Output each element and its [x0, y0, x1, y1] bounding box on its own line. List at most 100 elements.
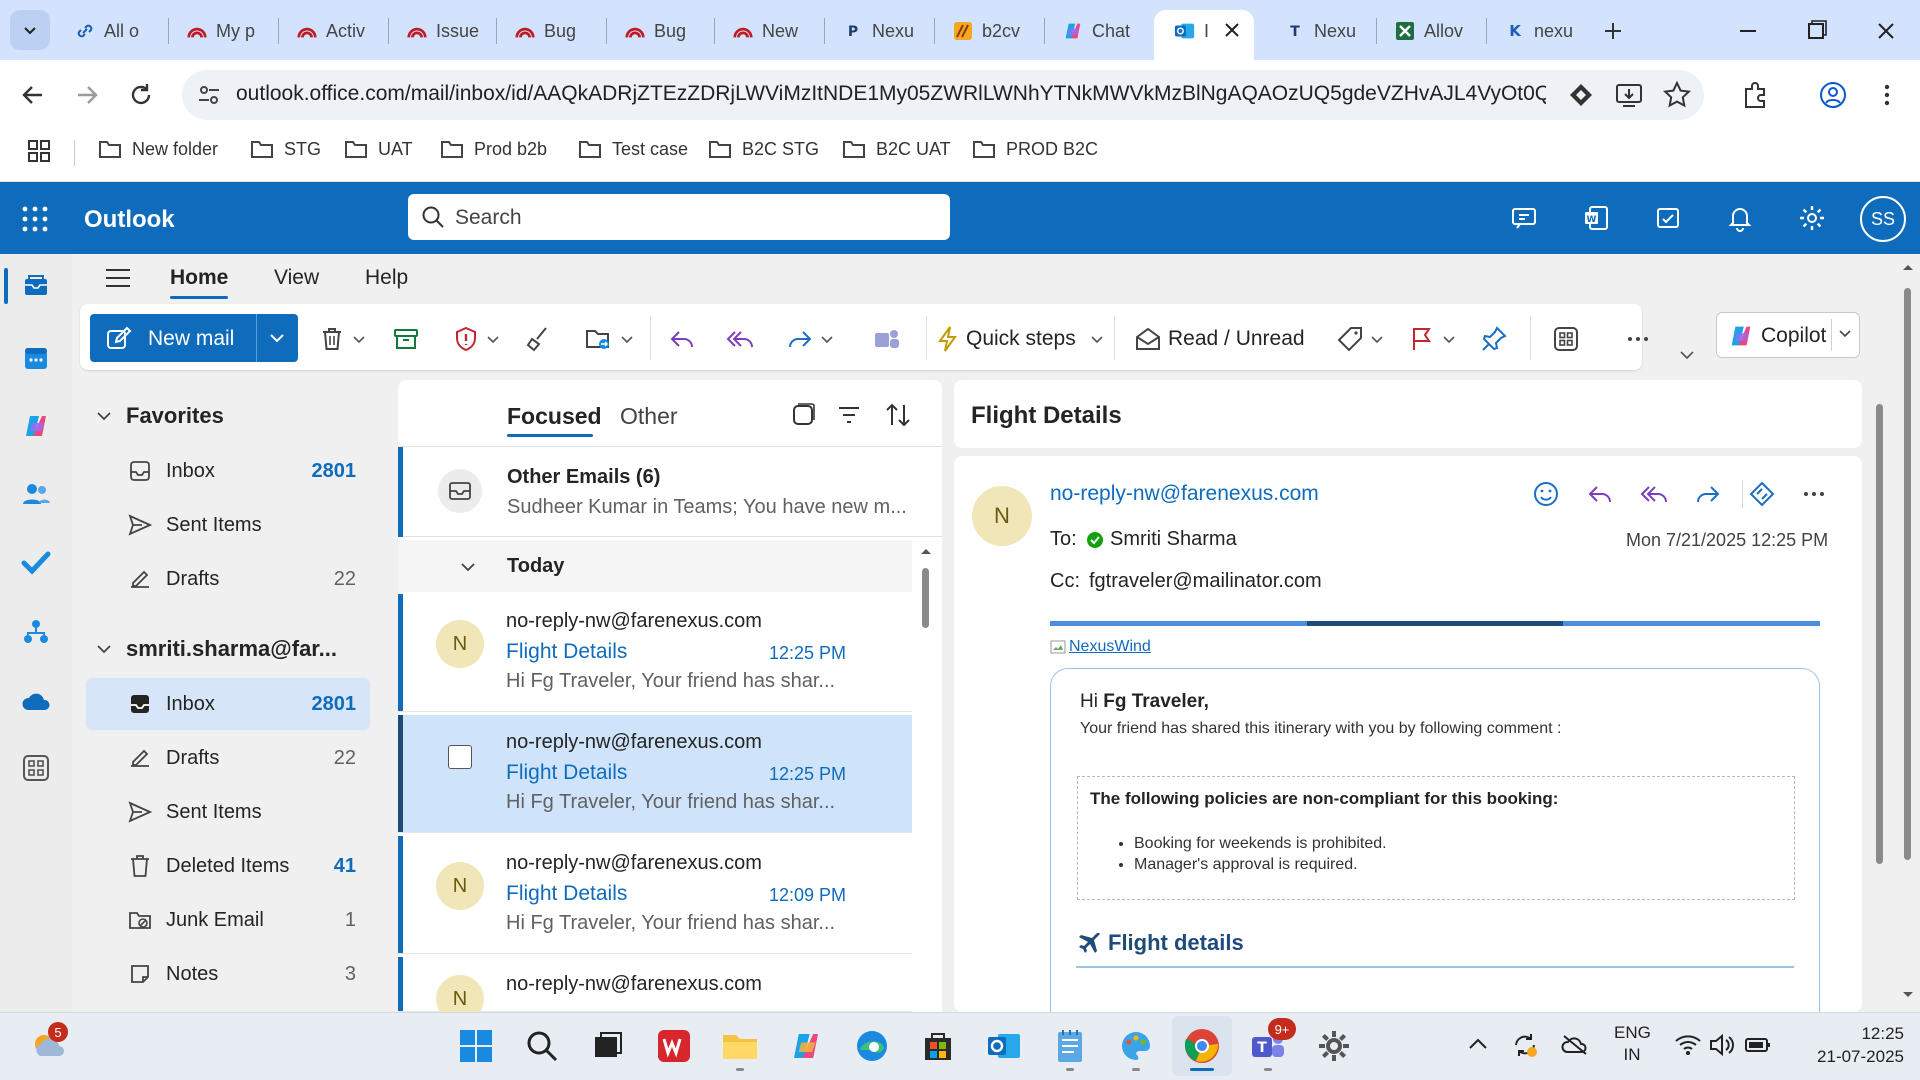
meet-now-icon[interactable]	[1510, 204, 1538, 232]
sender-email-link[interactable]: no-reply-nw@farenexus.com	[1050, 482, 1319, 506]
folder-junk-email[interactable]: Junk Email 1	[86, 894, 370, 946]
tab-help[interactable]: Help	[365, 266, 408, 290]
folder-sent-items[interactable]: Sent Items	[86, 786, 370, 838]
url-text[interactable]: outlook.office.com/mail/inbox/id/AAQkADR…	[236, 82, 1546, 106]
folder-drafts[interactable]: Drafts 22	[86, 553, 370, 605]
new-mail-button[interactable]: New mail	[90, 314, 298, 362]
wps-office-icon[interactable]	[652, 1024, 696, 1068]
select-checkbox[interactable]	[448, 745, 472, 769]
tab-view[interactable]: View	[274, 266, 319, 290]
browser-tab[interactable]: Issue	[392, 14, 479, 48]
folder-deleted-items[interactable]: Deleted Items 41	[86, 840, 370, 892]
page-scrollbar[interactable]	[1904, 288, 1911, 860]
scroll-down-arrow-icon[interactable]	[1902, 990, 1914, 1000]
clock[interactable]: 12:25 21-07-2025	[1800, 1022, 1904, 1068]
volume-icon[interactable]	[1708, 1032, 1736, 1058]
browser-tab[interactable]: Knexu	[1490, 14, 1573, 48]
ribbon-expand-button[interactable]	[1678, 338, 1696, 372]
todo-check-icon[interactable]	[18, 544, 54, 580]
message-list-scrollbar[interactable]	[922, 568, 929, 628]
close-tab-button[interactable]	[1220, 18, 1244, 42]
restore-button[interactable]	[1796, 14, 1836, 48]
bookmark-folder[interactable]: B2C UAT	[842, 138, 951, 160]
browser-tab[interactable]: My p	[172, 14, 255, 48]
message-row[interactable]: Nno-reply-nw@farenexus.com Flight Details…	[398, 836, 912, 954]
chrome-icon[interactable]	[1180, 1024, 1224, 1068]
browser-menu-icon[interactable]	[1872, 80, 1902, 110]
more-options-button[interactable]	[1624, 322, 1652, 356]
word-app-icon[interactable]: W	[1582, 204, 1610, 232]
bookmark-folder[interactable]: STG	[250, 138, 321, 160]
tab-other[interactable]: Other	[620, 403, 678, 430]
nexuswind-logo-broken-image[interactable]: NexusWind	[1050, 638, 1151, 656]
quick-steps-button[interactable]: Quick steps	[936, 322, 1076, 356]
language-indicator[interactable]: ENG IN	[1614, 1022, 1651, 1066]
bookmark-star-icon[interactable]	[1662, 80, 1692, 110]
file-explorer-icon[interactable]	[718, 1024, 762, 1068]
folder-drafts[interactable]: Drafts 22	[86, 732, 370, 784]
browser-tab[interactable]: Activ	[282, 14, 365, 48]
weather-widget-icon[interactable]: 5	[28, 1022, 68, 1066]
user-avatar[interactable]: SS	[1860, 196, 1906, 242]
org-explorer-icon[interactable]	[18, 614, 54, 650]
more-apps-icon[interactable]	[18, 750, 54, 786]
flag-button[interactable]	[1408, 322, 1456, 356]
settings-taskbar-icon[interactable]	[1312, 1024, 1356, 1068]
account-header[interactable]: smriti.sharma@far...	[96, 636, 337, 662]
close-window-button[interactable]	[1866, 14, 1906, 48]
notifications-bell-icon[interactable]	[1726, 204, 1754, 232]
favorites-header[interactable]: Favorites	[96, 403, 224, 429]
edge-browser-icon[interactable]	[850, 1024, 894, 1068]
sort-icon[interactable]	[884, 402, 912, 428]
reply-all-button[interactable]	[726, 322, 756, 356]
my-day-icon[interactable]	[1654, 204, 1682, 232]
app-launcher-icon[interactable]	[20, 204, 50, 234]
categorize-button[interactable]	[1336, 322, 1384, 356]
folder-sent-items[interactable]: Sent Items	[86, 499, 370, 551]
loop-component-icon[interactable]	[1748, 480, 1776, 508]
forward-icon[interactable]	[1694, 480, 1722, 508]
message-row[interactable]: Nno-reply-nw@farenexus.com Flight Details…	[398, 594, 912, 712]
scroll-up-arrow-icon[interactable]	[1902, 262, 1914, 272]
folder-inbox[interactable]: Inbox 2801	[86, 445, 370, 497]
browser-tab[interactable]: Bug	[610, 14, 686, 48]
reply-icon[interactable]	[1586, 480, 1614, 508]
scroll-up-arrow-icon[interactable]	[920, 546, 932, 556]
browser-tab[interactable]: New	[718, 14, 798, 48]
outlook-taskbar-icon[interactable]	[982, 1024, 1026, 1068]
bookmark-folder[interactable]: UAT	[344, 138, 413, 160]
teams-taskbar-icon[interactable]: T 9+	[1246, 1018, 1296, 1068]
onedrive-tray-icon[interactable]	[1560, 1032, 1590, 1058]
filter-icon[interactable]	[836, 402, 862, 428]
message-row[interactable]: no-reply-nw@farenexus.com Flight Details 1…	[398, 715, 912, 833]
mail-icon[interactable]	[18, 268, 54, 304]
browser-tab[interactable]: b2cv	[938, 14, 1020, 48]
browser-tab[interactable]: Allov	[1380, 14, 1463, 48]
browser-tab[interactable]: I	[1160, 14, 1209, 48]
task-view-icon[interactable]	[586, 1024, 630, 1068]
select-mode-icon[interactable]	[790, 402, 816, 428]
wifi-icon[interactable]	[1674, 1032, 1702, 1058]
reply-button[interactable]	[668, 322, 696, 356]
tab-focused[interactable]: Focused	[507, 403, 602, 430]
bookmark-folder[interactable]: PROD B2C	[972, 138, 1098, 160]
sender-avatar[interactable]: N	[972, 486, 1032, 546]
bookmark-folder[interactable]: Prod b2b	[440, 138, 547, 160]
folder-inbox[interactable]: Inbox 2801	[86, 678, 370, 730]
back-button[interactable]	[18, 80, 48, 110]
reply-all-icon[interactable]	[1640, 480, 1670, 508]
system-tray-overflow-icon[interactable]	[1466, 1034, 1490, 1054]
group-header-today[interactable]: Today	[398, 540, 912, 592]
copilot-button[interactable]: Copilot	[1716, 312, 1860, 358]
onedrive-cloud-icon[interactable]	[18, 684, 54, 720]
folder-notes[interactable]: Notes 3	[86, 948, 370, 1000]
tab-home[interactable]: Home	[170, 266, 228, 290]
battery-icon[interactable]	[1744, 1034, 1772, 1056]
message-row[interactable]: Nno-reply-nw@farenexus.com	[398, 957, 912, 1023]
hamburger-icon[interactable]	[104, 266, 132, 290]
sync-status-icon[interactable]	[1510, 1030, 1540, 1060]
teams-share-button[interactable]	[872, 322, 902, 356]
browser-tab[interactable]: P Nexu	[828, 14, 914, 48]
chevron-down-icon[interactable]	[268, 330, 286, 346]
paint-icon[interactable]	[1114, 1024, 1158, 1068]
